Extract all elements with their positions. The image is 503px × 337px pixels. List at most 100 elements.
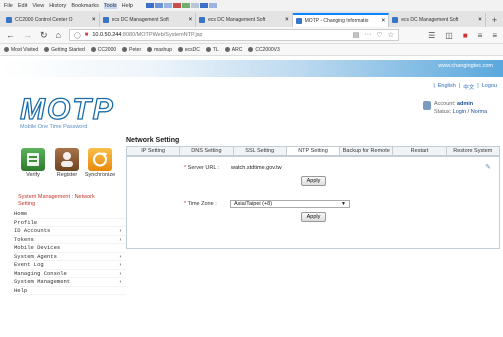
menu-item[interactable]: Help <box>14 287 126 295</box>
menu-item[interactable]: System Agents › <box>14 252 126 261</box>
breadcrumb-section: System Management <box>18 194 70 200</box>
addon-icon[interactable]: ■ <box>463 31 468 40</box>
settings-tab[interactable]: Backup for Remote <box>340 147 394 155</box>
page-title: Network Setting <box>126 137 180 144</box>
apply-server-url-button[interactable]: Apply <box>301 176 326 186</box>
library-icon[interactable]: ☰ <box>428 31 435 40</box>
settings-tab[interactable]: IP Setting <box>127 147 181 155</box>
bookmark-favicon-icon <box>122 47 128 52</box>
account-info: Account: admin Status: Login / Norma <box>423 100 487 116</box>
close-tab-icon[interactable]: × <box>382 18 386 24</box>
status-label: Status: <box>434 109 452 115</box>
register-button[interactable] <box>55 148 79 171</box>
bookmark-item[interactable]: Peter <box>122 47 141 53</box>
menu-item[interactable]: Tokens › <box>14 236 126 244</box>
chevron-right-icon: › <box>118 261 122 269</box>
pocket-icon[interactable]: ♡ <box>376 31 382 39</box>
account-label: Account: <box>434 101 456 107</box>
chevron-right-icon: › <box>118 227 122 235</box>
tab-title: ecs DC Management Soft <box>111 17 169 23</box>
bookmark-item[interactable]: ecsDC <box>177 47 200 53</box>
tab-title: ecs DC Management Soft <box>401 17 459 23</box>
logout-link[interactable]: Logou <box>482 83 497 91</box>
close-tab-icon[interactable]: × <box>285 17 289 23</box>
menu-item[interactable]: Home <box>14 210 126 219</box>
menu-file[interactable]: File <box>4 3 13 9</box>
bookmark-favicon-icon <box>147 47 153 52</box>
close-tab-icon[interactable]: × <box>189 17 193 23</box>
browser-tab[interactable]: ecs DC Management Soft × <box>196 13 293 27</box>
bookmark-item[interactable]: mashup <box>147 47 172 53</box>
chevron-right-icon: › <box>118 278 122 286</box>
account-value: admin <box>456 101 474 107</box>
more-icon[interactable]: ··· <box>364 31 371 39</box>
menu-bookmarks[interactable]: Bookmarks <box>71 3 99 9</box>
bookmark-item[interactable]: Most Visited <box>4 47 38 53</box>
menu-item[interactable]: Managing Console › <box>14 270 126 278</box>
settings-tab[interactable]: SSL Setting <box>234 147 287 155</box>
dropdown-arrow-icon: ▼ <box>341 201 346 207</box>
reload-icon[interactable]: ↻ <box>40 30 48 41</box>
synchronize-button[interactable] <box>88 148 112 171</box>
lang-english-link[interactable]: English <box>438 83 456 91</box>
tab-favicon-icon <box>199 17 206 23</box>
menu-item[interactable]: Mobile Devices <box>14 244 126 253</box>
site-url[interactable]: www.changingtec.com <box>438 63 493 69</box>
menu-tools[interactable]: Tools <box>103 2 117 9</box>
bookmark-item[interactable]: CC2000 <box>90 47 116 53</box>
bookmark-star-icon[interactable]: ☆ <box>388 31 394 39</box>
close-tab-icon[interactable]: × <box>92 17 96 23</box>
reader-icon[interactable]: ▤ <box>353 31 360 39</box>
browser-tab[interactable]: MOTP - Changing Informatio × <box>292 13 390 27</box>
register-icon <box>61 152 73 167</box>
verify-button[interactable] <box>21 148 45 171</box>
sidebar-icon[interactable]: ◫ <box>445 31 453 40</box>
settings-tab[interactable]: DNS Setting <box>180 147 234 155</box>
settings-tab[interactable]: NTP Setting <box>286 147 341 155</box>
apply-timezone-button[interactable]: Apply <box>301 212 326 222</box>
bookmark-item[interactable]: TL <box>205 47 219 53</box>
menu-history[interactable]: History <box>49 3 66 9</box>
browser-tab[interactable]: CC2000 Control Center O × <box>3 13 100 27</box>
browser-tab[interactable]: ecs DC Management Soft × <box>389 13 486 27</box>
menu-edit[interactable]: Edit <box>18 3 27 9</box>
extension-icon[interactable]: ≡ <box>478 31 483 40</box>
edit-icon[interactable]: ✎ <box>485 163 491 171</box>
menu-item[interactable]: Event Log › <box>14 261 126 270</box>
settings-tab[interactable]: Restore System <box>447 147 499 155</box>
synchronize-label[interactable]: Synchronize <box>80 172 120 178</box>
home-icon[interactable]: ⌂ <box>56 30 61 40</box>
browser-tab[interactable]: ecs DC Management Soft × <box>100 13 197 27</box>
language-bar: | English | 中文 | Logou <box>433 83 497 91</box>
address-bar[interactable]: ◯ ■ 10.0.50.244:8080/MOTPWeb/SystemNTP.j… <box>68 29 399 41</box>
lang-chinese-link[interactable]: 中文 <box>463 83 474 91</box>
verify-icon <box>27 153 39 166</box>
timezone-select[interactable]: Asia/Taipei (+8) ▼ <box>230 200 350 208</box>
forward-icon[interactable]: → <box>23 30 32 40</box>
tab-favicon-icon <box>295 18 302 24</box>
menu-view[interactable]: View <box>32 3 44 9</box>
browser-menu-bar: File Edit View History Bookmarks Tools Help <box>0 0 503 11</box>
navigation-toolbar: ← → ↻ ⌂ ◯ ■ 10.0.50.244:8080/MOTPWeb/Sys… <box>0 27 503 44</box>
back-icon[interactable]: ← <box>6 30 15 40</box>
menu-help[interactable]: Help <box>122 3 133 9</box>
header-gradient-strip <box>0 60 503 77</box>
bookmark-item[interactable]: CC2000V3 <box>248 47 280 53</box>
menu-item[interactable]: Profile <box>14 219 126 227</box>
lock-icon: ■ <box>84 32 89 38</box>
bookmark-item[interactable]: Getting Started <box>44 47 85 53</box>
settings-tab[interactable]: Restart <box>393 147 447 155</box>
server-url-field[interactable]: watch.stdtime.gov.tw <box>231 165 282 171</box>
chevron-right-icon: › <box>118 252 122 260</box>
menu-item[interactable]: ID Accounts › <box>14 227 126 236</box>
close-tab-icon[interactable]: × <box>478 17 482 23</box>
menu-icon[interactable]: ≡ <box>492 31 497 40</box>
bookmark-favicon-icon <box>177 47 183 52</box>
timezone-value: Asia/Taipei (+8) <box>234 201 273 207</box>
menu-item[interactable]: System Management › <box>14 278 126 287</box>
bookmark-favicon-icon <box>248 47 254 52</box>
new-tab-icon[interactable]: + <box>486 15 503 27</box>
bookmark-item[interactable]: ARC <box>224 47 242 53</box>
bookmark-favicon-icon <box>205 47 211 52</box>
shield-icon: ◯ <box>73 32 81 39</box>
